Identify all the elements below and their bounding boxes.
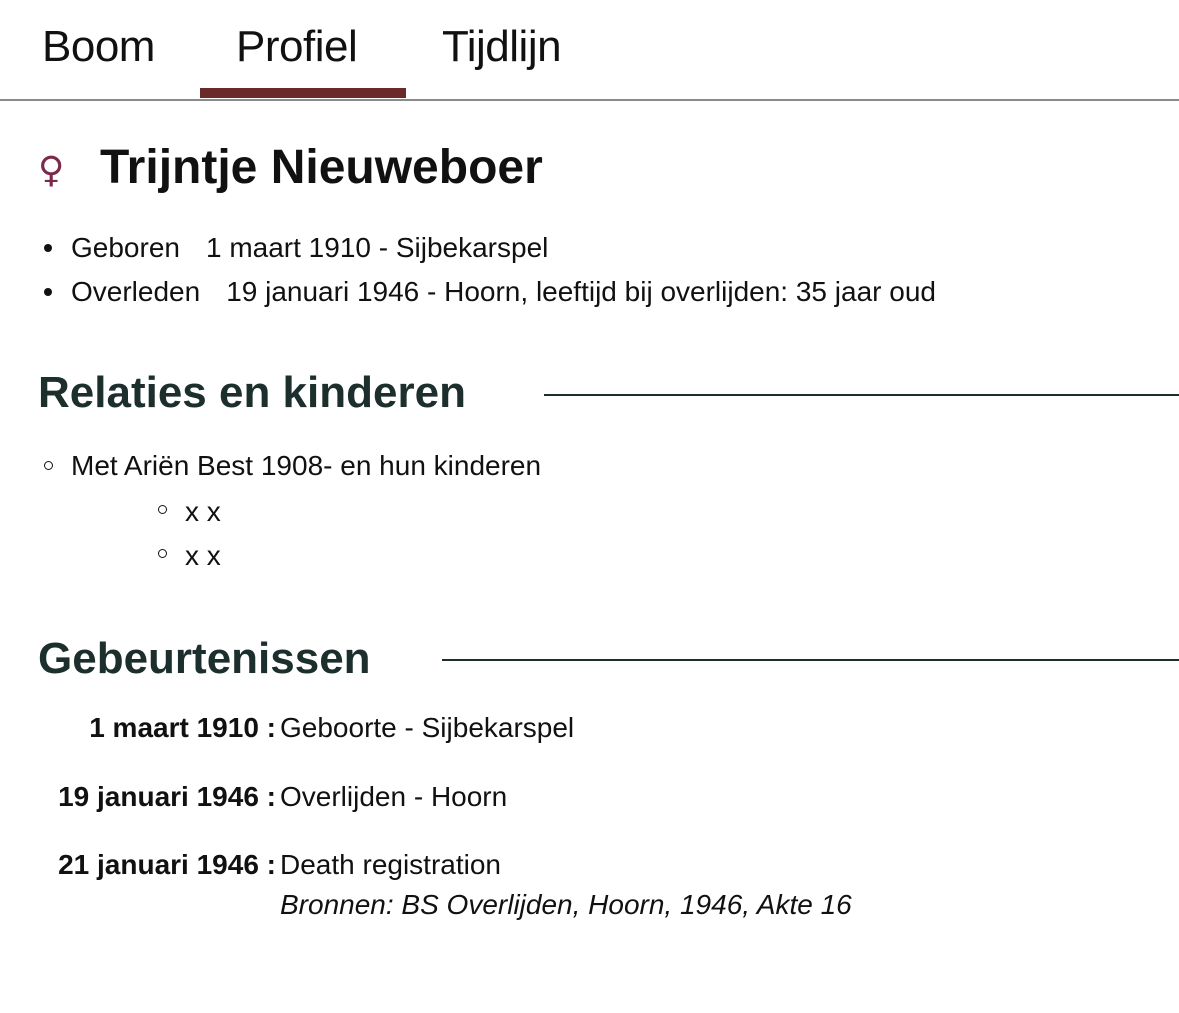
relations-heading: Relaties en kinderen — [38, 368, 466, 417]
tab-bar: Boom Profiel Tijdlijn — [0, 0, 1179, 101]
fact-value: 1 maart 1910 - Sijbekarspel — [205, 232, 549, 263]
person-name: Trijntje Nieuweboer — [100, 141, 543, 194]
fact-birth: Geboren 1 maart 1910 - Sijbekarspel — [44, 226, 936, 270]
event-text: Geboorte - Sijbekarspel — [280, 712, 575, 743]
relations-list: Met Ariën Best 1908- en hun kinderen x x… — [44, 446, 541, 578]
event-text: Overlijden - Hoorn — [280, 781, 508, 812]
tab-tijdlijn[interactable]: Tijdlijn — [442, 22, 562, 72]
fact-value: 19 januari 1946 - Hoorn, leeftijd bij ov… — [226, 276, 936, 307]
event-date: 1 maart 1910 : — [89, 712, 276, 743]
tab-profiel[interactable]: Profiel — [236, 22, 358, 72]
fact-death: Overleden 19 januari 1946 - Hoorn, leefti… — [44, 270, 936, 314]
child-name[interactable]: x x — [185, 496, 221, 527]
section-divider — [442, 659, 1179, 661]
relation-item[interactable]: Met Ariën Best 1908- en hun kinderen x x… — [44, 446, 541, 578]
female-icon: ♀ — [38, 150, 65, 191]
event-date: 19 januari 1946 : — [58, 781, 276, 812]
children-list: x x x x — [44, 490, 541, 578]
event-date: 21 januari 1946 : — [58, 849, 276, 880]
active-tab-indicator — [200, 88, 406, 98]
tab-boom[interactable]: Boom — [42, 22, 155, 72]
event-source: Bronnen: BS Overlijden, Hoorn, 1946, Akt… — [280, 889, 852, 920]
events-heading: Gebeurtenissen — [38, 634, 371, 683]
person-facts: Geboren 1 maart 1910 - Sijbekarspel Overl… — [44, 226, 936, 314]
section-divider — [544, 394, 1179, 396]
fact-label: Overleden — [71, 276, 201, 307]
relation-text[interactable]: Met Ariën Best 1908- en hun kinderen — [71, 450, 541, 481]
child-item[interactable]: x x — [158, 490, 541, 534]
child-name[interactable]: x x — [185, 540, 221, 571]
event-text: Death registration — [280, 849, 502, 880]
fact-label: Geboren — [71, 232, 180, 263]
child-item[interactable]: x x — [158, 534, 541, 578]
